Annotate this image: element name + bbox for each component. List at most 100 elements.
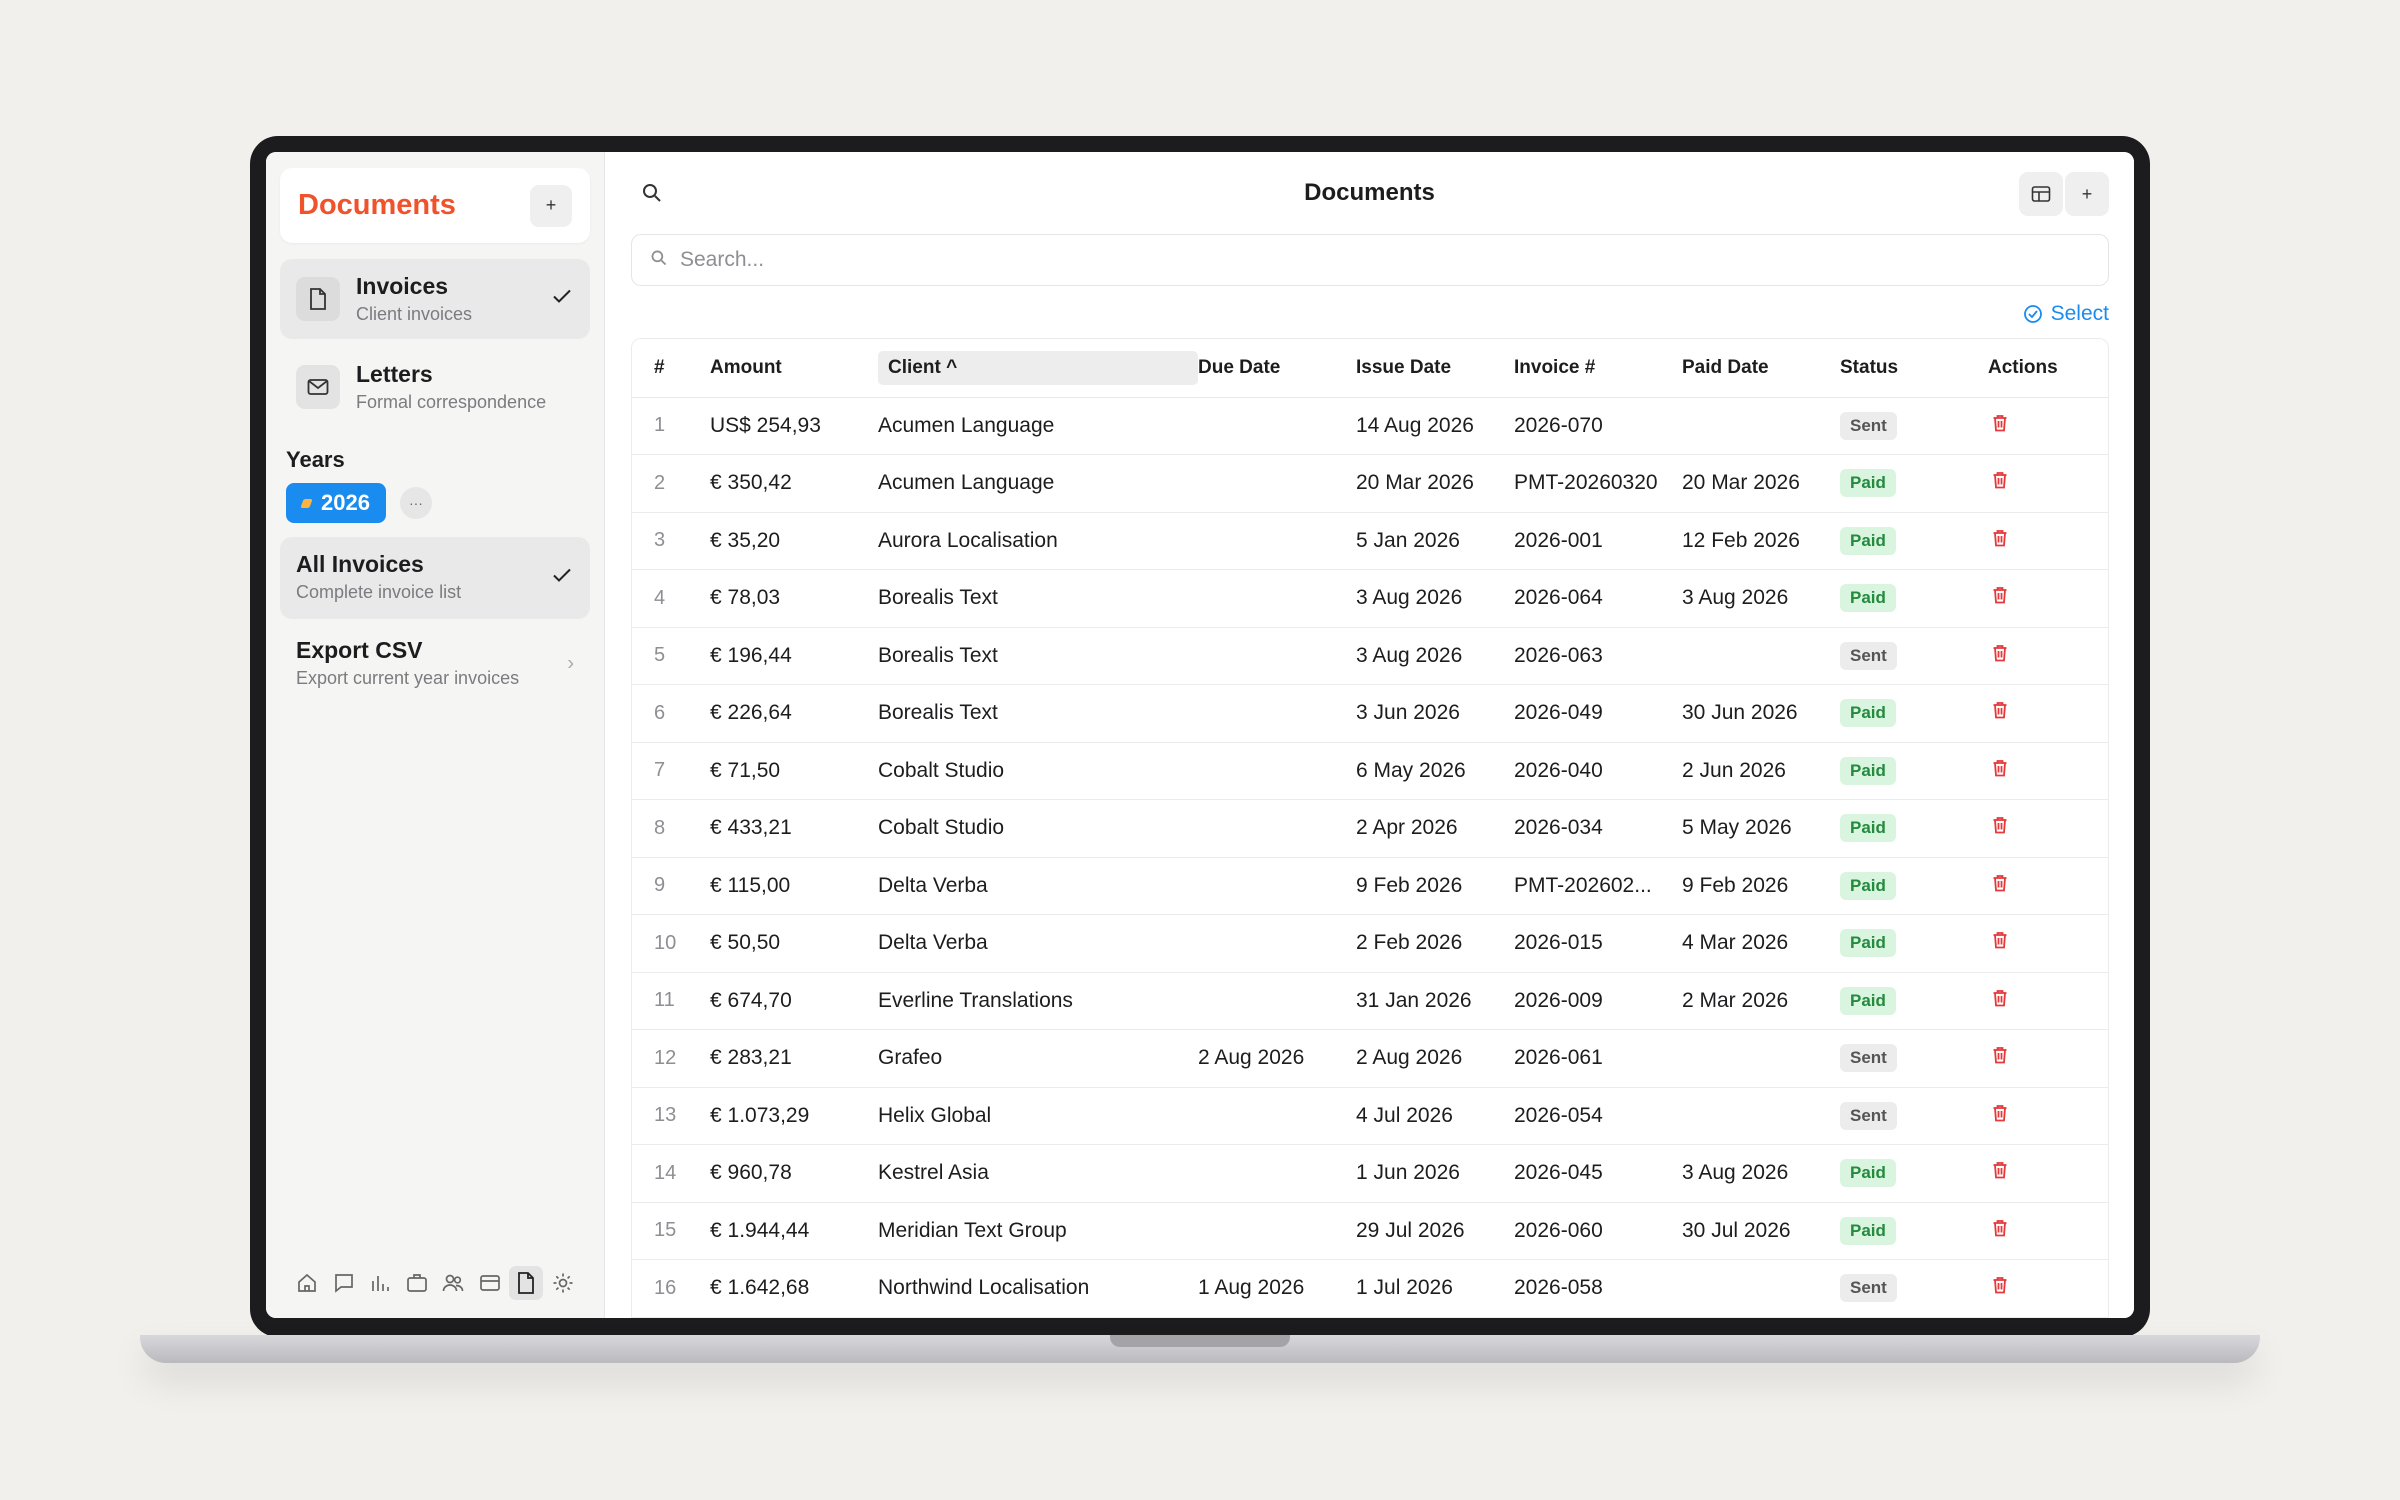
home-icon[interactable] [290, 1266, 324, 1300]
settings-icon[interactable] [546, 1266, 580, 1300]
table-row[interactable]: 12 € 283,21 Grafeo 2 Aug 2026 2 Aug 2026 2026… [632, 1029, 2108, 1088]
table-row[interactable]: 14 € 960,78 Kestrel Asia 1 Jun 2026 2026-045… [632, 1144, 2108, 1203]
invoice-number-cell: 2026-049 [1506, 684, 1674, 743]
delete-icon[interactable] [1988, 1276, 2008, 1294]
list-export-csv[interactable]: Export CSV Export current year invoices … [280, 623, 590, 705]
column-header-invoice-number[interactable]: Invoice # [1506, 339, 1674, 398]
delete-icon[interactable] [1988, 414, 2008, 432]
table-body: 1 US$ 254,93 Acumen Language 14 Aug 2026 202… [632, 397, 2108, 1318]
briefcase-icon[interactable] [400, 1266, 434, 1300]
table-row[interactable]: 2 € 350,42 Acumen Language 20 Mar 2026 PMT-2… [632, 454, 2108, 513]
paid-date-cell: 2 Jun 2026 [1674, 742, 1832, 800]
issue-date-cell: 3 Jun 2026 [1348, 684, 1506, 743]
card-icon[interactable] [473, 1266, 507, 1300]
table-row[interactable]: 9 € 115,00 Delta Verba 9 Feb 2026 PMT-202602… [632, 857, 2108, 915]
delete-icon[interactable] [1988, 759, 2008, 777]
invoice-number-cell: 2026-045 [1506, 1144, 1674, 1203]
paid-date-cell [1674, 1029, 1832, 1088]
delete-icon[interactable] [1988, 644, 2008, 662]
table-row[interactable]: 11 € 674,70 Everline Translations 31 Jan 20… [632, 972, 2108, 1030]
table-row[interactable]: 5 € 196,44 Borealis Text 3 Aug 2026 2026-063… [632, 627, 2108, 685]
amount-cell: € 78,03 [702, 569, 870, 628]
amount-cell: US$ 254,93 [702, 397, 870, 455]
table-row[interactable]: 4 € 78,03 Borealis Text 3 Aug 2026 2026-064 3… [632, 569, 2108, 628]
invoice-number-cell: 2026-060 [1506, 1202, 1674, 1260]
delete-icon[interactable] [1988, 471, 2008, 489]
issue-date-cell: 1 Jun 2026 [1348, 1144, 1506, 1203]
checkmark-icon [552, 568, 572, 589]
status-badge: Sent [1840, 1101, 1897, 1130]
table-row[interactable]: 6 € 226,64 Borealis Text 3 Jun 2026 2026-049… [632, 684, 2108, 743]
sort-ascending-icon: ^ [946, 356, 958, 378]
table-row[interactable]: 16 € 1.642,68 Northwind Localisation 1 Aug … [632, 1259, 2108, 1318]
actions-cell [1980, 627, 2108, 685]
sidebar: Documents + Invoices Client invoices Let… [266, 152, 605, 1318]
issue-date-cell: 29 Jul 2026 [1348, 1202, 1506, 1260]
column-header-client[interactable]: Client ^ [870, 339, 1198, 398]
row-number: 3 [632, 512, 702, 570]
table-row[interactable]: 7 € 71,50 Cobalt Studio 6 May 2026 2026-040 2… [632, 742, 2108, 800]
table-view-button[interactable] [2019, 172, 2063, 216]
list-item-subtitle: Export current year invoices [296, 668, 520, 688]
document-icon[interactable] [509, 1266, 544, 1300]
table-row[interactable]: 8 € 433,21 Cobalt Studio 2 Apr 2026 2026-034… [632, 799, 2108, 858]
due-date-cell [1190, 972, 1348, 1030]
chart-icon[interactable] [363, 1266, 397, 1300]
actions-cell [1980, 454, 2108, 513]
sidebar-item-invoices[interactable]: Invoices Client invoices [280, 259, 590, 339]
column-header-paid-date[interactable]: Paid Date [1674, 339, 1832, 398]
table-row[interactable]: 15 € 1.944,44 Meridian Text Group 29 Jul 20… [632, 1202, 2108, 1260]
delete-icon[interactable] [1988, 1046, 2008, 1064]
delete-icon[interactable] [1988, 1219, 2008, 1237]
delete-icon[interactable] [1988, 874, 2008, 892]
delete-icon[interactable] [1988, 816, 2008, 834]
actions-cell [1980, 857, 2108, 915]
row-number: 14 [632, 1144, 702, 1203]
status-cell: Sent [1832, 1259, 1980, 1318]
due-date-cell [1190, 684, 1348, 743]
search-bar [631, 234, 2109, 286]
add-document-button[interactable]: + [530, 184, 572, 227]
delete-icon[interactable] [1988, 529, 2008, 547]
due-date-cell: 2 Aug 2026 [1190, 1029, 1348, 1088]
amount-cell: € 960,78 [702, 1144, 870, 1203]
invoice-number-cell: 2026-009 [1506, 972, 1674, 1030]
status-cell: Paid [1832, 914, 1980, 973]
column-header-number: # [632, 339, 702, 398]
delete-icon[interactable] [1988, 931, 2008, 949]
add-invoice-button[interactable]: + [2065, 172, 2109, 216]
issue-date-cell: 14 Aug 2026 [1348, 397, 1506, 455]
table-row[interactable]: 3 € 35,20 Aurora Localisation 5 Jan 2026 202… [632, 512, 2108, 570]
table-row[interactable]: 10 € 50,50 Delta Verba 2 Feb 2026 2026-015 4 … [632, 914, 2108, 973]
column-header-issue-date[interactable]: Issue Date [1348, 339, 1506, 398]
due-date-cell: 1 Aug 2026 [1190, 1259, 1348, 1318]
column-header-due-date[interactable]: Due Date [1190, 339, 1348, 398]
delete-icon[interactable] [1988, 586, 2008, 604]
row-number: 6 [632, 684, 702, 743]
amount-cell: € 283,21 [702, 1029, 870, 1088]
delete-icon[interactable] [1988, 1161, 2008, 1179]
status-badge: Paid [1840, 1216, 1896, 1245]
select-button[interactable]: Select [2023, 302, 2109, 326]
chat-icon[interactable] [327, 1266, 361, 1300]
due-date-cell [1190, 454, 1348, 513]
delete-icon[interactable] [1988, 701, 2008, 719]
amount-cell: € 1.073,29 [702, 1087, 870, 1145]
row-number: 16 [632, 1259, 702, 1318]
users-icon[interactable] [436, 1266, 470, 1300]
status-cell: Sent [1832, 627, 1980, 685]
search-input[interactable] [680, 248, 2090, 272]
list-all-invoices[interactable]: All Invoices Complete invoice list [280, 537, 590, 619]
client-cell: Kestrel Asia [870, 1144, 1190, 1203]
issue-date-cell: 20 Mar 2026 [1348, 454, 1506, 513]
table-row[interactable]: 13 € 1.073,29 Helix Global 4 Jul 2026 2026-0… [632, 1087, 2108, 1145]
column-header-status[interactable]: Status [1832, 339, 1980, 398]
table-row[interactable]: 1 US$ 254,93 Acumen Language 14 Aug 2026 202… [632, 397, 2108, 455]
sidebar-item-letters[interactable]: Letters Formal correspondence [280, 347, 590, 427]
delete-icon[interactable] [1988, 989, 2008, 1007]
column-header-amount[interactable]: Amount [702, 339, 870, 398]
more-years-button[interactable]: ··· [399, 487, 432, 519]
status-cell: Paid [1832, 972, 1980, 1030]
delete-icon[interactable] [1988, 1104, 2008, 1122]
year-chip-2026[interactable]: 2026 [286, 483, 386, 523]
